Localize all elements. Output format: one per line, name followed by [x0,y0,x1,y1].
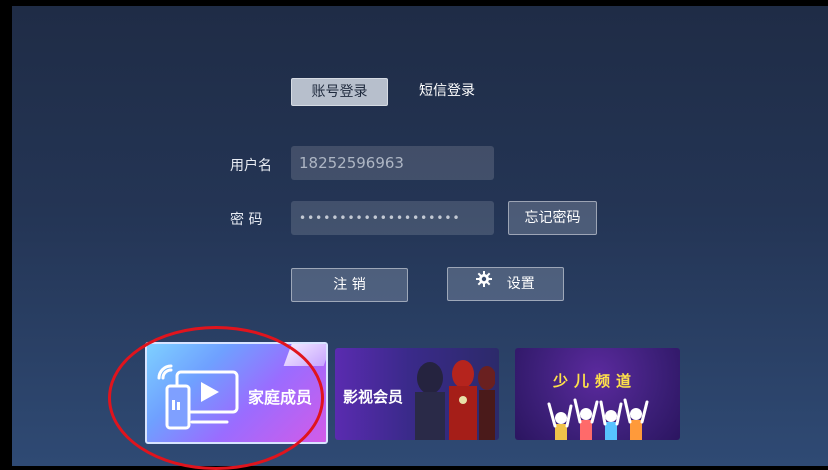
forgot-password-button[interactable]: 忘记密码 [508,201,597,235]
kids-cheering-image [547,398,649,440]
video-membership-title: 影视会员 [343,388,404,406]
username-field[interactable]: 18252596963 [291,146,494,180]
tab-sms-login[interactable]: 短信登录 [412,78,482,104]
hero-figures-image [415,360,495,440]
kids-channel-title: 少儿频道 [553,372,638,390]
password-field[interactable]: •••••••••••••••••••• [291,201,494,235]
gear-icon [476,267,493,299]
logout-button[interactable]: 注 销 [291,268,408,302]
kids-channel-card[interactable]: 少儿频道 [515,348,680,440]
settings-button[interactable]: 设置 [447,267,564,301]
username-label: 用户名 [230,158,272,174]
settings-label: 设置 [506,276,535,292]
highlight-circle-annotation [108,326,324,470]
video-membership-card[interactable]: 影视会员 [335,348,499,440]
tab-account-login[interactable]: 账号登录 [291,78,388,106]
password-label: 密 码 [230,212,263,228]
